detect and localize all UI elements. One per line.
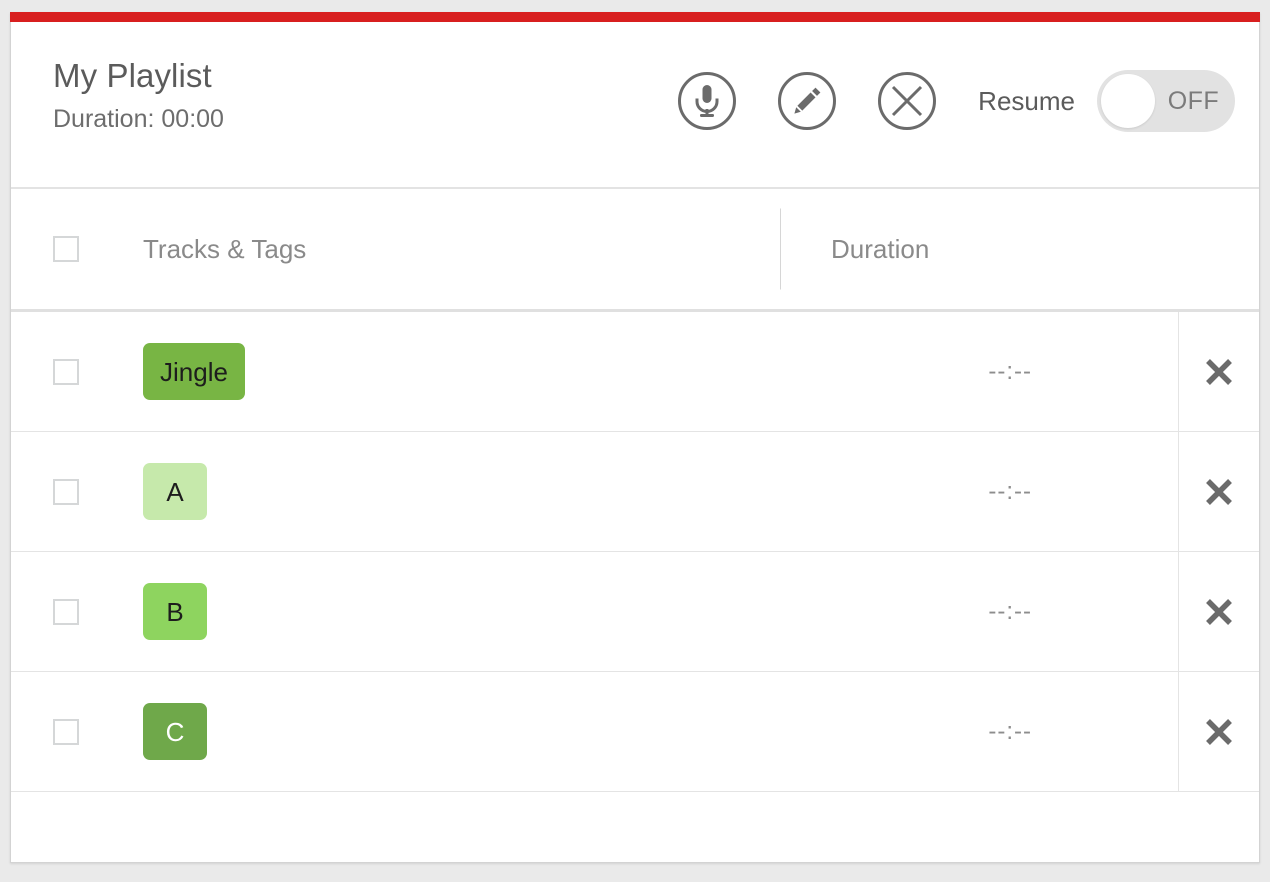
resume-label: Resume (978, 85, 1075, 116)
tracks-table-header: Tracks & Tags Duration (11, 189, 1259, 312)
row-select-cell (11, 552, 121, 671)
track-duration: --:-- (988, 717, 1032, 745)
table-row: A --:-- (11, 432, 1259, 552)
row-checkbox[interactable] (53, 358, 79, 385)
playlist-header-info: My Playlist Duration: 00:00 (53, 12, 678, 133)
table-row: B --:-- (11, 552, 1259, 672)
track-duration: --:-- (988, 597, 1032, 625)
close-x-icon (1204, 357, 1234, 387)
page-title: My Playlist (53, 57, 212, 94)
clear-button[interactable] (878, 72, 937, 130)
delete-track-button[interactable] (1179, 312, 1259, 431)
tracks-column-label: Tracks & Tags (143, 233, 307, 264)
track-tag[interactable]: Jingle (143, 343, 245, 400)
tracks-table: Tracks & Tags Duration Jingle --:-- A --:--… (11, 189, 1259, 862)
delete-track-button[interactable] (1179, 432, 1259, 551)
row-select-cell (11, 432, 121, 551)
row-select-cell (11, 672, 121, 791)
close-x-icon (1204, 597, 1234, 627)
tracks-table-footer (11, 792, 1259, 862)
row-delete-cell (1178, 552, 1259, 671)
header-actions: Resume OFF (678, 12, 1235, 132)
duration-column-header: Duration (780, 234, 1178, 265)
track-tag[interactable]: B (143, 583, 207, 640)
resume-toggle[interactable]: OFF (1097, 70, 1235, 132)
close-x-icon (1204, 717, 1234, 747)
edit-button[interactable] (778, 72, 837, 130)
row-duration-cell: --:-- (780, 432, 1178, 551)
playlist-panel: My Playlist Duration: 00:00 Resume OFF T… (10, 12, 1260, 863)
row-duration-cell: --:-- (780, 672, 1178, 791)
row-track-cell: B (121, 552, 780, 671)
row-delete-cell (1178, 312, 1259, 431)
table-row: C --:-- (11, 672, 1259, 792)
microphone-icon (692, 84, 722, 118)
row-track-cell: C (121, 672, 780, 791)
row-checkbox[interactable] (53, 718, 79, 745)
close-circle-icon (890, 84, 924, 118)
close-x-icon (1204, 477, 1234, 507)
row-checkbox[interactable] (53, 598, 79, 625)
row-track-cell: A (121, 432, 780, 551)
accent-bar (10, 12, 1260, 22)
duration-column-label: Duration (831, 233, 930, 264)
delete-track-button[interactable] (1179, 672, 1259, 791)
resume-toggle-knob (1101, 74, 1155, 128)
select-all-cell (11, 236, 121, 262)
pencil-icon (791, 85, 823, 117)
row-delete-cell (1178, 432, 1259, 551)
track-tag[interactable]: A (143, 463, 207, 520)
playlist-duration-label: Duration: 00:00 (53, 104, 224, 133)
delete-track-button[interactable] (1179, 552, 1259, 671)
select-all-checkbox[interactable] (53, 236, 79, 262)
track-tag[interactable]: C (143, 703, 207, 760)
row-delete-cell (1178, 672, 1259, 791)
tracks-table-body: Jingle --:-- A --:-- B --:-- C --:-- (11, 312, 1259, 792)
track-duration: --:-- (988, 357, 1032, 385)
tracks-column-header: Tracks & Tags (121, 234, 780, 265)
record-button[interactable] (678, 72, 737, 130)
row-checkbox[interactable] (53, 478, 79, 505)
row-duration-cell: --:-- (780, 312, 1178, 431)
row-track-cell: Jingle (121, 312, 780, 431)
row-duration-cell: --:-- (780, 552, 1178, 671)
resume-toggle-state: OFF (1167, 86, 1219, 115)
track-duration: --:-- (988, 477, 1032, 505)
row-select-cell (11, 312, 121, 431)
table-row: Jingle --:-- (11, 312, 1259, 432)
playlist-header: My Playlist Duration: 00:00 Resume OFF (11, 12, 1259, 189)
